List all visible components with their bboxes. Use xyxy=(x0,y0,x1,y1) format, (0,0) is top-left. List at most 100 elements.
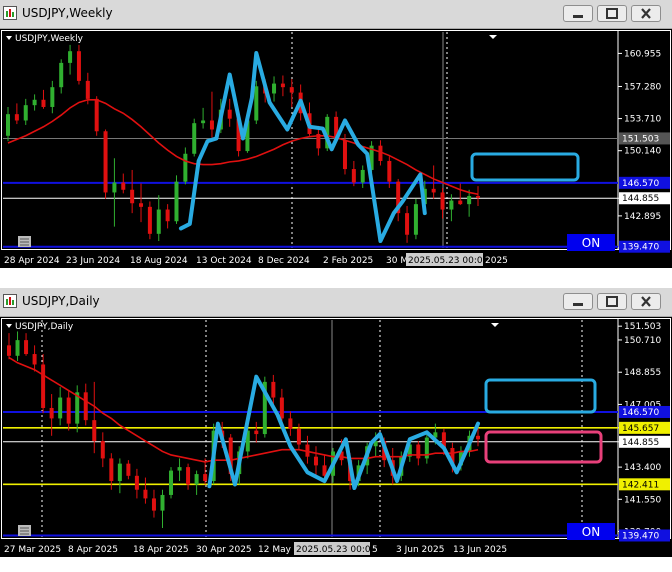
close-icon xyxy=(641,296,651,307)
candle-body xyxy=(7,345,11,356)
chart-menu-arrow-icon[interactable] xyxy=(6,36,12,40)
date-axis-label: 13 Oct 2024 xyxy=(196,256,252,266)
candle-body xyxy=(160,494,165,511)
candle-body xyxy=(254,430,259,435)
candle-body xyxy=(66,397,71,424)
crosshair-date-label: 2025.05.23 00:00 xyxy=(296,545,377,555)
candle-body xyxy=(203,474,208,482)
daily-chart-canvas[interactable]: USDJPY,Daily 151.503150.710148.855147.005… xyxy=(0,317,672,557)
candle-body xyxy=(280,83,285,88)
target-zone-box[interactable] xyxy=(470,152,580,182)
weekly-chart-canvas[interactable]: USDJPY,Weekly 160.955 157.280 153.710 150.14… xyxy=(0,29,672,268)
price-marker-label: 145.657 xyxy=(622,424,659,434)
daily-date-labels: 27 Mar 2025 8 Apr 2025 18 Apr 2025 30 Apr 2… xyxy=(4,542,507,555)
candle-body xyxy=(126,463,131,476)
candle-body xyxy=(50,87,55,107)
candle-body xyxy=(288,418,293,429)
weekly-chart-area[interactable]: USDJPY,Weekly 160.955 157.280 153.710 150.14… xyxy=(0,29,672,268)
price-tick-label: 157.280 xyxy=(624,82,661,92)
candle-body xyxy=(92,420,97,442)
weekly-window-title: USDJPY,Weekly xyxy=(22,6,113,20)
candle-body xyxy=(76,51,81,81)
date-axis-label: 23 Jun 2024 xyxy=(66,256,120,266)
daily-chart-area[interactable]: USDJPY,Daily 151.503 150.710 148.855 147.005… xyxy=(0,317,672,557)
candle-body xyxy=(59,62,64,88)
maximize-icon xyxy=(606,8,618,19)
chart-symbol-label: USDJPY,Daily xyxy=(15,322,74,332)
moving-average-line xyxy=(7,98,479,196)
weekly-title-bar[interactable]: USDJPY,Weekly xyxy=(0,0,672,29)
date-axis-label: 13 Jun 2025 xyxy=(453,545,507,555)
candle-body xyxy=(23,105,28,121)
candle-body xyxy=(169,470,174,495)
candle-body xyxy=(271,381,276,398)
scroll-shift-icon[interactable] xyxy=(489,35,497,39)
price-tick-label: 143.400 xyxy=(624,463,661,473)
candle-body xyxy=(130,189,135,204)
candle-body xyxy=(147,206,152,234)
date-axis-label: 8 Apr 2025 xyxy=(68,545,118,555)
on-button-label: ON xyxy=(582,236,600,250)
price-marker-label: 146.570 xyxy=(622,408,659,418)
candle-body xyxy=(100,441,105,459)
candle-body xyxy=(476,196,480,198)
daily-chart-window[interactable]: USDJPY,Daily USDJPY,Daily 151.503 150.710 1… xyxy=(0,288,672,572)
minimize-icon xyxy=(573,15,583,18)
candle-body xyxy=(431,188,436,193)
candle-body xyxy=(32,354,37,365)
candle-body xyxy=(177,467,182,471)
close-button[interactable] xyxy=(631,293,661,310)
date-axis-label: 3 Jun 2025 xyxy=(396,545,444,555)
candle-body xyxy=(103,131,108,193)
zigzag-line xyxy=(178,50,427,244)
date-axis-label: 27 Mar 2025 xyxy=(4,545,61,555)
candle-body xyxy=(121,182,126,190)
daily-window-title: USDJPY,Daily xyxy=(22,294,100,308)
target-zone-box[interactable] xyxy=(484,378,597,414)
candle-body xyxy=(6,114,10,136)
date-axis-label: 30 M xyxy=(386,256,408,266)
candle-body xyxy=(151,498,156,511)
candle-body xyxy=(254,86,259,121)
candle-body xyxy=(201,120,206,124)
maximize-icon xyxy=(606,296,618,307)
price-tick-label: 148.855 xyxy=(624,368,661,378)
chart-symbol-label: USDJPY,Weekly xyxy=(15,34,84,44)
candle-body xyxy=(194,474,199,485)
candle-body xyxy=(83,392,88,421)
candle-body xyxy=(279,397,284,419)
entry-zone-box[interactable] xyxy=(484,430,603,464)
scroll-shift-icon[interactable] xyxy=(491,323,499,327)
minimize-icon xyxy=(573,303,583,306)
candle-body xyxy=(32,99,37,106)
daily-date-axis: 27 Mar 2025 8 Apr 2025 18 Apr 2025 30 Apr 2… xyxy=(0,541,672,557)
candle-body xyxy=(143,489,148,499)
candle-body xyxy=(272,83,277,94)
close-button[interactable] xyxy=(631,5,661,22)
maximize-button[interactable] xyxy=(597,5,627,22)
price-tick-label: 150.710 xyxy=(624,336,661,346)
candle-body xyxy=(24,340,29,355)
minimize-button[interactable] xyxy=(563,5,593,22)
price-marker-label: 142.411 xyxy=(622,480,659,490)
maximize-button[interactable] xyxy=(597,293,627,310)
candle-body xyxy=(112,182,117,193)
candle-body xyxy=(156,209,161,234)
date-axis-label: 2025 xyxy=(485,256,508,266)
on-button-label: ON xyxy=(582,525,600,539)
candle-body xyxy=(296,428,301,445)
chart-menu-arrow-icon[interactable] xyxy=(6,324,12,328)
weekly-chart-window[interactable]: USDJPY,Weekly USDJPY,Weekly 160.955 157.28… xyxy=(0,0,672,286)
daily-title-bar[interactable]: USDJPY,Daily xyxy=(0,288,672,317)
candle-body xyxy=(49,407,54,419)
candle-body xyxy=(405,213,410,235)
candle-body xyxy=(186,467,191,485)
chart-window-icon xyxy=(3,294,17,308)
candle-body xyxy=(351,169,356,183)
candle-body xyxy=(342,140,347,170)
candle-body xyxy=(174,181,179,222)
candle-body xyxy=(192,123,197,154)
candle-body xyxy=(458,200,463,205)
candle-body xyxy=(387,160,392,182)
minimize-button[interactable] xyxy=(563,293,593,310)
